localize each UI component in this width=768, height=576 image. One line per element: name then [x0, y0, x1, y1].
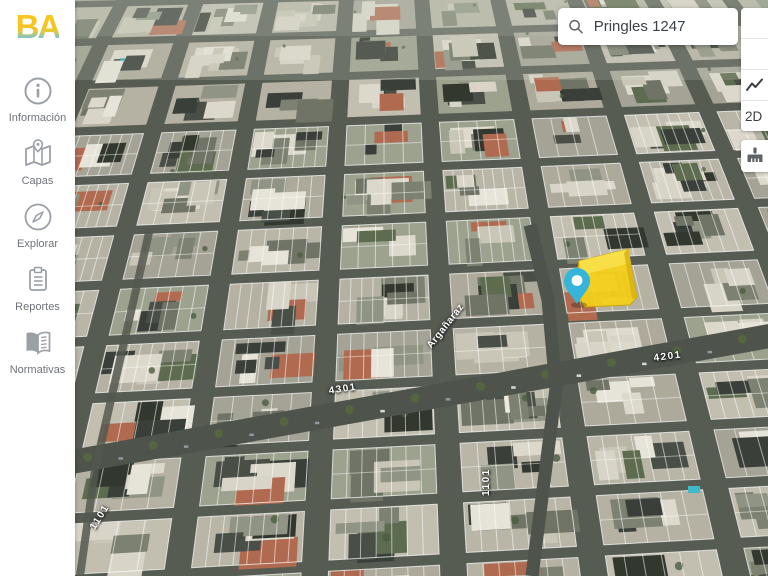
search-icon: [569, 19, 583, 34]
clipboard-icon: [28, 266, 47, 291]
sidebar-item-label: Capas: [21, 175, 54, 187]
zoom-out-button[interactable]: [741, 39, 768, 70]
trend-line-icon: [746, 78, 763, 91]
ba-logo[interactable]: BA: [16, 8, 62, 46]
sidebar-item-label: Reportes: [15, 301, 60, 313]
sidebar-item-capas[interactable]: Capas: [0, 135, 75, 189]
map-2d-label: 2D: [745, 108, 763, 124]
layers-map-icon: [24, 139, 51, 166]
sidebar-item-label: Explorar: [17, 238, 58, 250]
sidebar-item-label: Normativas: [9, 364, 66, 376]
sidebar-nav: Información Capas Explorar Reportes Norm…: [0, 72, 75, 378]
search-input[interactable]: [591, 17, 728, 36]
sidebar: BA Información Capas Explorar Reportes N…: [0, 0, 75, 576]
book-icon: [26, 331, 50, 355]
sidebar-item-label: Información: [8, 112, 67, 124]
info-icon: [24, 77, 51, 105]
sidebar-item-reportes[interactable]: Reportes: [0, 261, 75, 315]
sidebar-item-explorar[interactable]: Explorar: [0, 198, 75, 252]
brush-tool-button[interactable]: [741, 140, 768, 172]
compass-icon: [24, 203, 51, 231]
zoom-in-button[interactable]: [741, 8, 768, 39]
brush-icon: [747, 147, 763, 162]
search-box: [558, 8, 738, 45]
map-2d-toggle[interactable]: 2D: [741, 101, 768, 131]
map-controls: 2D: [741, 8, 768, 131]
sidebar-item-normativas[interactable]: Normativas: [0, 324, 75, 378]
satellite-map-3d[interactable]: [0, 0, 768, 576]
sidebar-item-informacion[interactable]: Información: [0, 72, 75, 126]
elevation-profile-button[interactable]: [741, 70, 768, 101]
